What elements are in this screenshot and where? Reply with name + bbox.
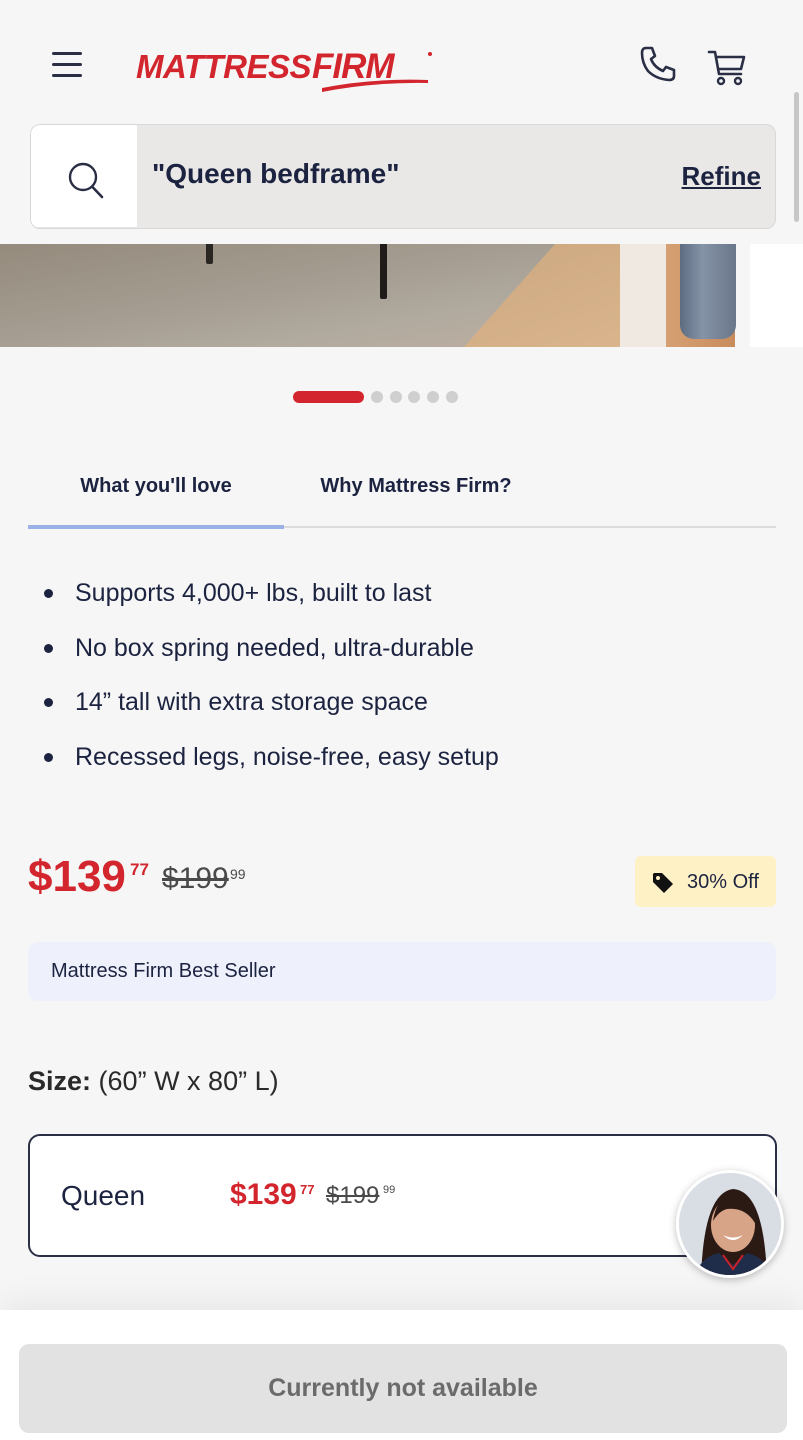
best-seller-banner: Mattress Firm Best Seller: [28, 942, 776, 1001]
phone-icon[interactable]: [638, 44, 678, 84]
mattress-firm-logo[interactable]: MATTRESS FIRM: [136, 44, 436, 96]
feature-list: Supports 4,000+ lbs, built to last No bo…: [44, 574, 764, 792]
info-tabs: What you'll love Why Mattress Firm?: [28, 458, 776, 529]
size-label: Size: (60” W x 80” L): [28, 1066, 279, 1096]
svg-text:MATTRESS: MATTRESS: [136, 48, 312, 85]
cart-icon[interactable]: [706, 46, 748, 88]
carousel-dot[interactable]: [408, 391, 420, 403]
chat-assistant-avatar[interactable]: [676, 1170, 784, 1278]
product-image: [0, 244, 620, 347]
bottom-action-bar: Currently not available: [0, 1310, 803, 1440]
product-image-carousel[interactable]: [0, 244, 803, 347]
discount-badge: 30% Off: [635, 856, 776, 907]
header: MATTRESS FIRM: [0, 0, 803, 120]
carousel-dot[interactable]: [390, 391, 402, 403]
tab-what-youll-love[interactable]: What you'll love: [28, 458, 284, 529]
carousel-dot-active[interactable]: [293, 391, 364, 403]
menu-icon[interactable]: [52, 52, 86, 80]
current-price: $139 77: [28, 852, 149, 901]
search-button[interactable]: [31, 125, 137, 227]
size-option-name: Queen: [61, 1180, 146, 1211]
refine-link[interactable]: Refine: [682, 161, 761, 192]
search-bar[interactable]: "Queen bedframe" Refine: [30, 124, 776, 229]
scrollbar[interactable]: [794, 92, 799, 222]
add-to-cart-button[interactable]: Currently not available: [19, 1344, 787, 1433]
search-icon: [68, 162, 104, 199]
svg-text:FIRM: FIRM: [312, 47, 395, 86]
product-image-third[interactable]: [750, 244, 803, 347]
original-price: $199 99: [162, 862, 246, 895]
list-item: 14” tall with extra storage space: [44, 683, 764, 738]
list-item: No box spring needed, ultra-durable: [44, 629, 764, 684]
size-option-price: $139 77: [230, 1178, 315, 1211]
list-item: Supports 4,000+ lbs, built to last: [44, 574, 764, 629]
carousel-dot[interactable]: [427, 391, 439, 403]
carousel-dot[interactable]: [446, 391, 458, 403]
tab-why-mattress-firm[interactable]: Why Mattress Firm?: [284, 458, 548, 526]
price-tag-icon: [653, 873, 673, 893]
list-item: Recessed legs, noise-free, easy setup: [44, 738, 764, 793]
size-option-queen[interactable]: Queen $139 77 $199 99: [28, 1134, 777, 1257]
search-query[interactable]: "Queen bedframe": [152, 158, 400, 190]
product-image-next[interactable]: [620, 244, 736, 347]
price-row: $139 77 $199 99 30% Off: [28, 852, 776, 912]
size-option-original-price: $199 99: [326, 1182, 396, 1209]
carousel-dot[interactable]: [371, 391, 383, 403]
